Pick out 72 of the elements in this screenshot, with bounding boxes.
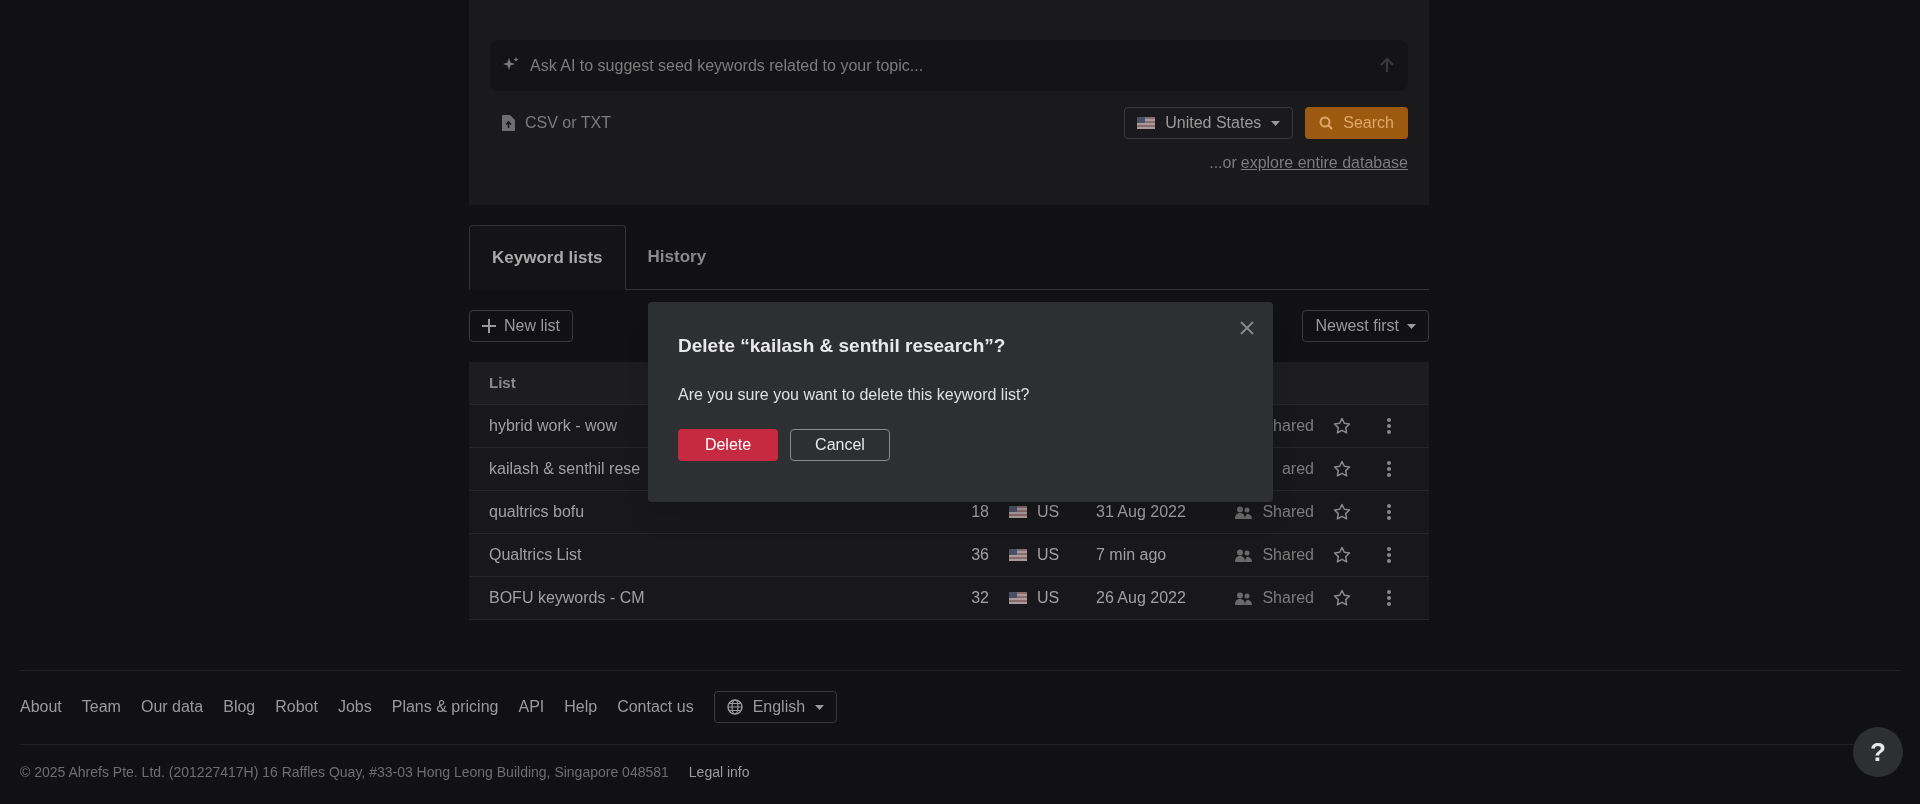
prompt-field[interactable]: Ask AI to suggest seed keywords related to your topic... [490, 40, 1408, 91]
sort-select[interactable]: Newest first [1302, 310, 1429, 342]
caret-icon [1271, 120, 1281, 126]
footer-link[interactable]: Blog [223, 695, 256, 719]
keyword-count: 18 [971, 503, 989, 520]
column-header: List [489, 372, 516, 393]
more-icon[interactable] [1387, 590, 1391, 606]
people-icon [1235, 548, 1253, 562]
shared-label: ared [1281, 459, 1314, 479]
explore-prefix: ...or [1209, 153, 1237, 173]
search-icon [1319, 116, 1334, 130]
tab[interactable]: History [625, 225, 729, 289]
caret-icon [1407, 323, 1416, 329]
footer-link[interactable]: Team [81, 695, 121, 719]
explore-link[interactable]: explore entire database [1240, 151, 1408, 175]
country-code: US [1037, 588, 1060, 608]
flag-icon [1137, 117, 1156, 129]
footer-link[interactable]: Contact us [617, 695, 694, 719]
country-select[interactable]: United States [1124, 107, 1294, 139]
shared-label: hared [1273, 416, 1314, 436]
footer-link[interactable]: Plans & pricing [391, 695, 499, 719]
delete-button[interactable]: Delete [678, 428, 778, 461]
country-code: US [1037, 545, 1060, 565]
keyword-count: 36 [971, 546, 989, 563]
footer-link[interactable]: API [518, 695, 545, 719]
star-icon[interactable] [1332, 546, 1351, 564]
caret-icon [815, 704, 825, 710]
footer-link[interactable]: Jobs [337, 695, 372, 719]
list-name[interactable]: Qualtrics List [489, 546, 582, 563]
updated-date: 7 min ago [1096, 546, 1167, 563]
more-icon[interactable] [1387, 547, 1391, 563]
people-icon [1235, 591, 1253, 605]
shared-label: Shared [1262, 588, 1314, 608]
shared-label: Shared [1262, 545, 1314, 565]
language-select[interactable]: English [713, 691, 838, 723]
more-icon[interactable] [1387, 504, 1391, 520]
country-code: US [1037, 502, 1060, 522]
flag-icon [1009, 549, 1027, 561]
people-icon [1235, 505, 1253, 519]
list-name[interactable]: kailash & senthil rese [489, 460, 641, 477]
globe-icon [726, 699, 743, 715]
star-icon[interactable] [1332, 503, 1351, 521]
legal-info-link[interactable]: Legal info [688, 762, 750, 783]
plus-icon [482, 319, 496, 333]
flag-icon [1009, 592, 1027, 604]
upload-button[interactable]: CSV or TXT [490, 111, 611, 135]
copyright-text: © 2025 Ahrefs Pte. Ltd. (201227417H) 16 Raffles Quay, #33-03 Hong Leong Building, Singapore 048581 [20, 763, 669, 782]
keyword-count: 32 [971, 589, 989, 606]
footer-link[interactable]: Help [564, 695, 598, 719]
cancel-button[interactable]: Cancel [790, 428, 890, 461]
shared-label: Shared [1262, 502, 1314, 522]
list-name[interactable]: hybrid work - wow [489, 417, 618, 434]
tab[interactable]: Keyword lists [469, 225, 626, 290]
footer-link[interactable]: Robot [275, 695, 318, 719]
footer-link[interactable]: Our data [140, 695, 204, 719]
updated-date: 26 Aug 2022 [1096, 589, 1186, 606]
updated-date: 31 Aug 2022 [1096, 503, 1186, 520]
star-icon[interactable] [1332, 460, 1351, 478]
footer-link[interactable]: About [20, 695, 62, 719]
more-icon[interactable] [1387, 461, 1391, 477]
list-name[interactable]: BOFU keywords - CM [489, 589, 645, 606]
dialog-title: Delete “kailash & senthil research”? [678, 334, 1007, 358]
dialog-message: Are you sure you want to delete this keyword list? [678, 384, 1031, 405]
new-list-button[interactable]: New list [469, 310, 573, 342]
more-icon[interactable] [1387, 418, 1391, 434]
star-icon[interactable] [1332, 589, 1351, 607]
list-name[interactable]: qualtrics bofu [489, 503, 585, 520]
help-button[interactable]: ? [1853, 727, 1903, 777]
flag-icon [1009, 506, 1027, 518]
file-upload-icon [502, 115, 515, 131]
close-icon [1240, 321, 1254, 335]
star-icon[interactable] [1332, 417, 1351, 435]
